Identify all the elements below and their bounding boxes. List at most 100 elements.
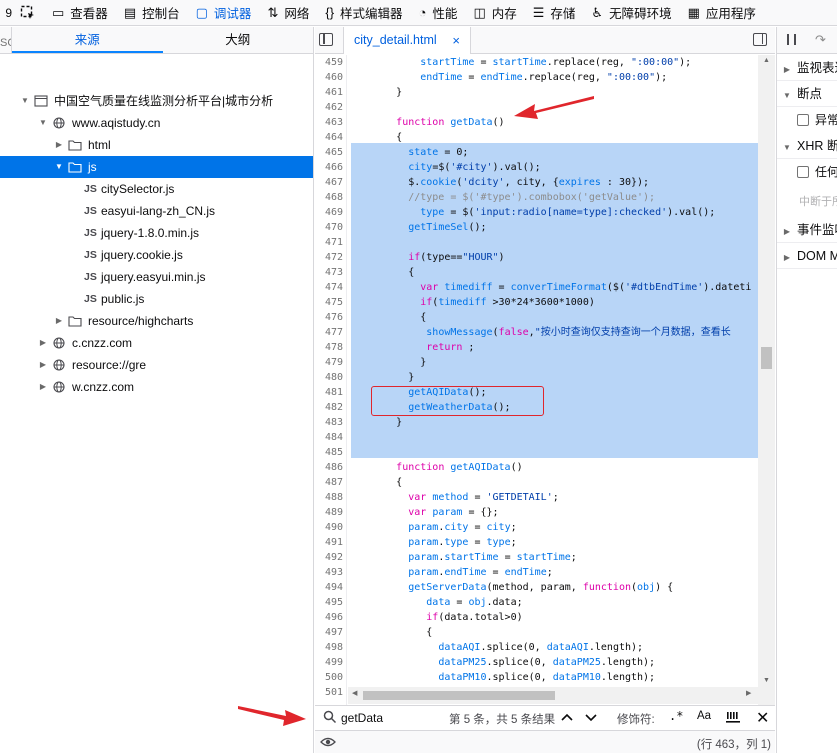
tree-item[interactable]: ▼ js bbox=[0, 156, 313, 178]
eye-icon[interactable] bbox=[320, 736, 336, 748]
line-number[interactable]: 498 bbox=[315, 640, 343, 655]
tab-inspector[interactable]: ▭ 查看器 bbox=[44, 0, 116, 25]
tree-item[interactable]: ▶ w.cnzz.com bbox=[0, 376, 313, 398]
chevron-right-icon[interactable]: ▶ bbox=[38, 354, 48, 376]
chevron-right-icon[interactable]: ▶ bbox=[38, 376, 48, 398]
chevron-down-icon[interactable]: ▼ bbox=[38, 112, 48, 134]
tab-debugger[interactable]: ▢ 调试器 bbox=[188, 0, 260, 25]
line-number[interactable]: 479 bbox=[315, 355, 343, 370]
line-number[interactable]: 460 bbox=[315, 70, 343, 85]
section-dom-mutation[interactable]: ▶ DOM Mutation 断点 bbox=[777, 243, 837, 269]
element-picker-icon[interactable] bbox=[12, 0, 44, 25]
line-number-gutter[interactable]: 459 460 461 462 463 464 465 466 467 468 469 470 471 4… bbox=[315, 55, 347, 715]
section-watch[interactable]: ▶ 监视表达式 bbox=[777, 55, 837, 81]
cursor-position[interactable]: (行 463，列 1) bbox=[697, 736, 771, 752]
line-number[interactable]: 491 bbox=[315, 535, 343, 550]
line-number[interactable]: 490 bbox=[315, 520, 343, 535]
line-number[interactable]: 488 bbox=[315, 490, 343, 505]
section-breakpoints[interactable]: ▼ 断点 bbox=[777, 81, 837, 107]
tab-network[interactable]: ⇅ 网络 bbox=[259, 0, 317, 25]
close-tab-icon[interactable]: × bbox=[452, 27, 460, 54]
horizontal-scroll-thumb[interactable] bbox=[363, 691, 555, 700]
line-number[interactable]: 492 bbox=[315, 550, 343, 565]
any-url-checkbox[interactable]: 任何 URL bbox=[777, 159, 837, 185]
line-number[interactable]: 489 bbox=[315, 505, 343, 520]
line-number[interactable]: 478 bbox=[315, 340, 343, 355]
line-number[interactable]: 468 bbox=[315, 190, 343, 205]
line-number[interactable]: 471 bbox=[315, 235, 343, 250]
tab-accessibility[interactable]: ♿ 无障碍环境 bbox=[583, 0, 679, 25]
tab-performance[interactable]: ◔ 性能 bbox=[411, 0, 466, 25]
chevron-right-icon[interactable]: ▶ bbox=[54, 134, 64, 156]
line-number[interactable]: 474 bbox=[315, 280, 343, 295]
chevron-right-icon[interactable]: ▶ bbox=[54, 310, 64, 332]
line-number[interactable]: 494 bbox=[315, 580, 343, 595]
scroll-right-icon[interactable]: ▶ bbox=[746, 689, 751, 697]
line-number[interactable]: 467 bbox=[315, 175, 343, 190]
line-number[interactable]: 473 bbox=[315, 265, 343, 280]
line-number[interactable]: 461 bbox=[315, 85, 343, 100]
line-number[interactable]: 501 bbox=[315, 685, 343, 700]
tab-application[interactable]: ▦ 应用程序 bbox=[680, 0, 764, 25]
search-input[interactable] bbox=[341, 709, 441, 727]
tree-item[interactable]: ▼ www.aqistudy.cn bbox=[0, 112, 313, 134]
pause-on-exceptions-checkbox[interactable]: 异常时暂停 bbox=[777, 107, 837, 133]
tree-item[interactable]: JS citySelector.js bbox=[0, 178, 313, 200]
tab-storage[interactable]: ☰ 存储 bbox=[525, 0, 584, 25]
line-number[interactable]: 499 bbox=[315, 655, 343, 670]
code-view[interactable]: startTime = startTime.replace(reg, ":00:… bbox=[348, 55, 758, 715]
line-number[interactable]: 472 bbox=[315, 250, 343, 265]
vertical-scrollbar[interactable]: ▲ ▼ bbox=[758, 55, 775, 715]
section-xhr[interactable]: ▼ XHR 断点 bbox=[777, 133, 837, 159]
toggle-sources-icon[interactable] bbox=[319, 33, 333, 46]
chevron-down-icon[interactable]: ▼ bbox=[54, 156, 64, 178]
regex-toggle[interactable]: .* bbox=[669, 709, 683, 723]
step-over-icon[interactable]: ↷ bbox=[815, 32, 826, 48]
tab-outline[interactable]: 大纲 bbox=[163, 27, 314, 53]
line-number[interactable]: 482 bbox=[315, 400, 343, 415]
toggle-debugger-sidebar-icon[interactable] bbox=[753, 33, 767, 46]
section-event-listeners[interactable]: ▶ 事件监听器断点 bbox=[777, 217, 837, 243]
line-number[interactable]: 463 bbox=[315, 115, 343, 130]
checkbox-icon[interactable] bbox=[797, 166, 809, 178]
checkbox-icon[interactable] bbox=[797, 114, 809, 126]
previous-result-icon[interactable] bbox=[559, 709, 575, 725]
line-number[interactable]: 475 bbox=[315, 295, 343, 310]
chevron-down-icon[interactable]: ▼ bbox=[20, 90, 30, 112]
line-number[interactable]: 462 bbox=[315, 100, 343, 115]
case-sensitive-toggle[interactable]: Aa bbox=[697, 710, 711, 722]
file-tab[interactable]: city_detail.html × bbox=[343, 27, 471, 54]
tree-item[interactable]: ▶ resource/highcharts bbox=[0, 310, 313, 332]
line-number[interactable]: 476 bbox=[315, 310, 343, 325]
tab-console[interactable]: ▤ 控制台 bbox=[116, 0, 188, 25]
line-number[interactable]: 469 bbox=[315, 205, 343, 220]
line-number[interactable]: 496 bbox=[315, 610, 343, 625]
tab-memory[interactable]: ◫ 内存 bbox=[465, 0, 524, 25]
next-result-icon[interactable] bbox=[583, 709, 599, 725]
horizontal-scrollbar[interactable]: ◀ ▶ bbox=[348, 687, 758, 704]
line-number[interactable]: 477 bbox=[315, 325, 343, 340]
line-number[interactable]: 497 bbox=[315, 625, 343, 640]
line-number[interactable]: 470 bbox=[315, 220, 343, 235]
chevron-right-icon[interactable]: ▶ bbox=[38, 332, 48, 354]
line-number[interactable]: 466 bbox=[315, 160, 343, 175]
tree-item[interactable]: JS easyui-lang-zh_CN.js bbox=[0, 200, 313, 222]
whole-word-icon[interactable] bbox=[725, 710, 741, 724]
tab-sources[interactable]: 来源 bbox=[12, 27, 163, 53]
tree-item[interactable]: ▶ c.cnzz.com bbox=[0, 332, 313, 354]
scroll-down-icon[interactable]: ▼ bbox=[758, 677, 775, 684]
line-number[interactable]: 493 bbox=[315, 565, 343, 580]
line-number[interactable]: 465 bbox=[315, 145, 343, 160]
line-number[interactable]: 500 bbox=[315, 670, 343, 685]
close-search-icon[interactable]: ✕ bbox=[756, 708, 769, 728]
pause-icon[interactable] bbox=[787, 34, 796, 45]
vertical-scroll-thumb[interactable] bbox=[761, 347, 772, 369]
line-number[interactable]: 481 bbox=[315, 385, 343, 400]
tab-style-editor[interactable]: {} 样式编辑器 bbox=[317, 0, 410, 25]
line-number[interactable]: 486 bbox=[315, 460, 343, 475]
line-number[interactable]: 485 bbox=[315, 445, 343, 460]
tree-item[interactable]: ▼ 中国空气质量在线监测分析平台|城市分析 bbox=[0, 90, 313, 112]
line-number[interactable]: 495 bbox=[315, 595, 343, 610]
tree-item[interactable]: ▶ resource://gre bbox=[0, 354, 313, 376]
scroll-left-icon[interactable]: ◀ bbox=[352, 689, 357, 697]
